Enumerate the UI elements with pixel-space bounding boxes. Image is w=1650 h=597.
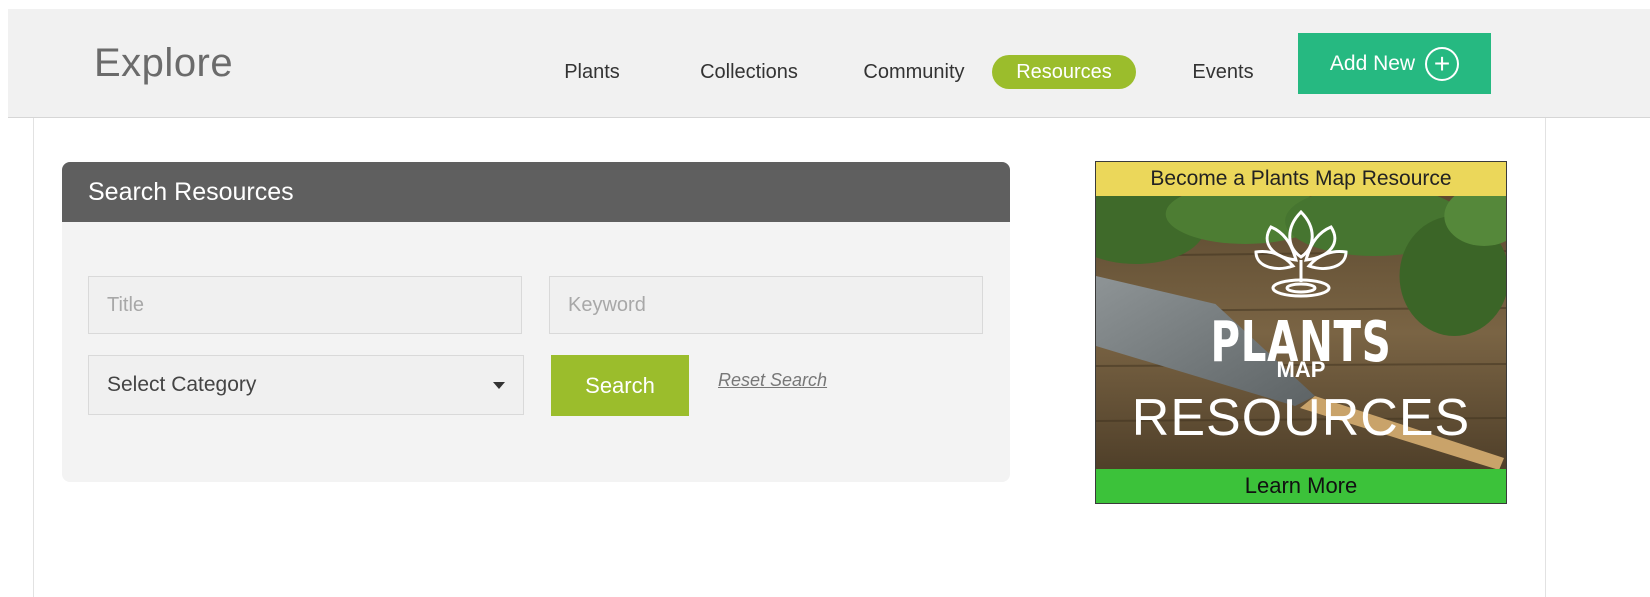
category-select-label: Select Category [107,373,257,396]
category-select[interactable]: Select Category [88,355,524,415]
content-border-right [1545,118,1546,597]
title-input[interactable] [89,277,521,333]
nav-events[interactable]: Events [1180,55,1266,89]
reset-search-link[interactable]: Reset Search [718,370,827,391]
title-field[interactable] [88,276,522,334]
search-button[interactable]: Search [551,355,689,416]
learn-more-button[interactable]: Learn More [1096,469,1506,503]
page-title: Explore [94,41,234,85]
caret-down-icon [493,381,505,389]
panel-title: Search Resources [62,162,1010,222]
ad-logo-map: MAP [1276,357,1326,382]
search-resources-panel: Search Resources Select Category Search … [62,162,1010,482]
keyword-input[interactable] [550,277,982,333]
add-new-button[interactable]: Add New + [1298,33,1491,94]
plus-circle-icon: + [1425,46,1460,81]
plants-map-resource-ad[interactable]: Become a Plants Map Resource PLANTS MAP … [1095,161,1507,504]
nav-plants[interactable]: Plants [552,55,632,89]
keyword-field[interactable] [549,276,983,334]
ad-logo-resources: RESOURCES [1131,389,1471,447]
add-new-label: Add New [1329,51,1416,75]
ad-top-banner: Become a Plants Map Resource [1096,162,1506,196]
plants-map-logo-icon [1254,209,1348,298]
nav-community[interactable]: Community [854,55,974,89]
top-navigation-bar: Explore Plants Collections Community Res… [8,9,1650,118]
nav-resources[interactable]: Resources [992,55,1136,89]
content-border-left [33,118,34,597]
nav-collections[interactable]: Collections [688,55,810,89]
